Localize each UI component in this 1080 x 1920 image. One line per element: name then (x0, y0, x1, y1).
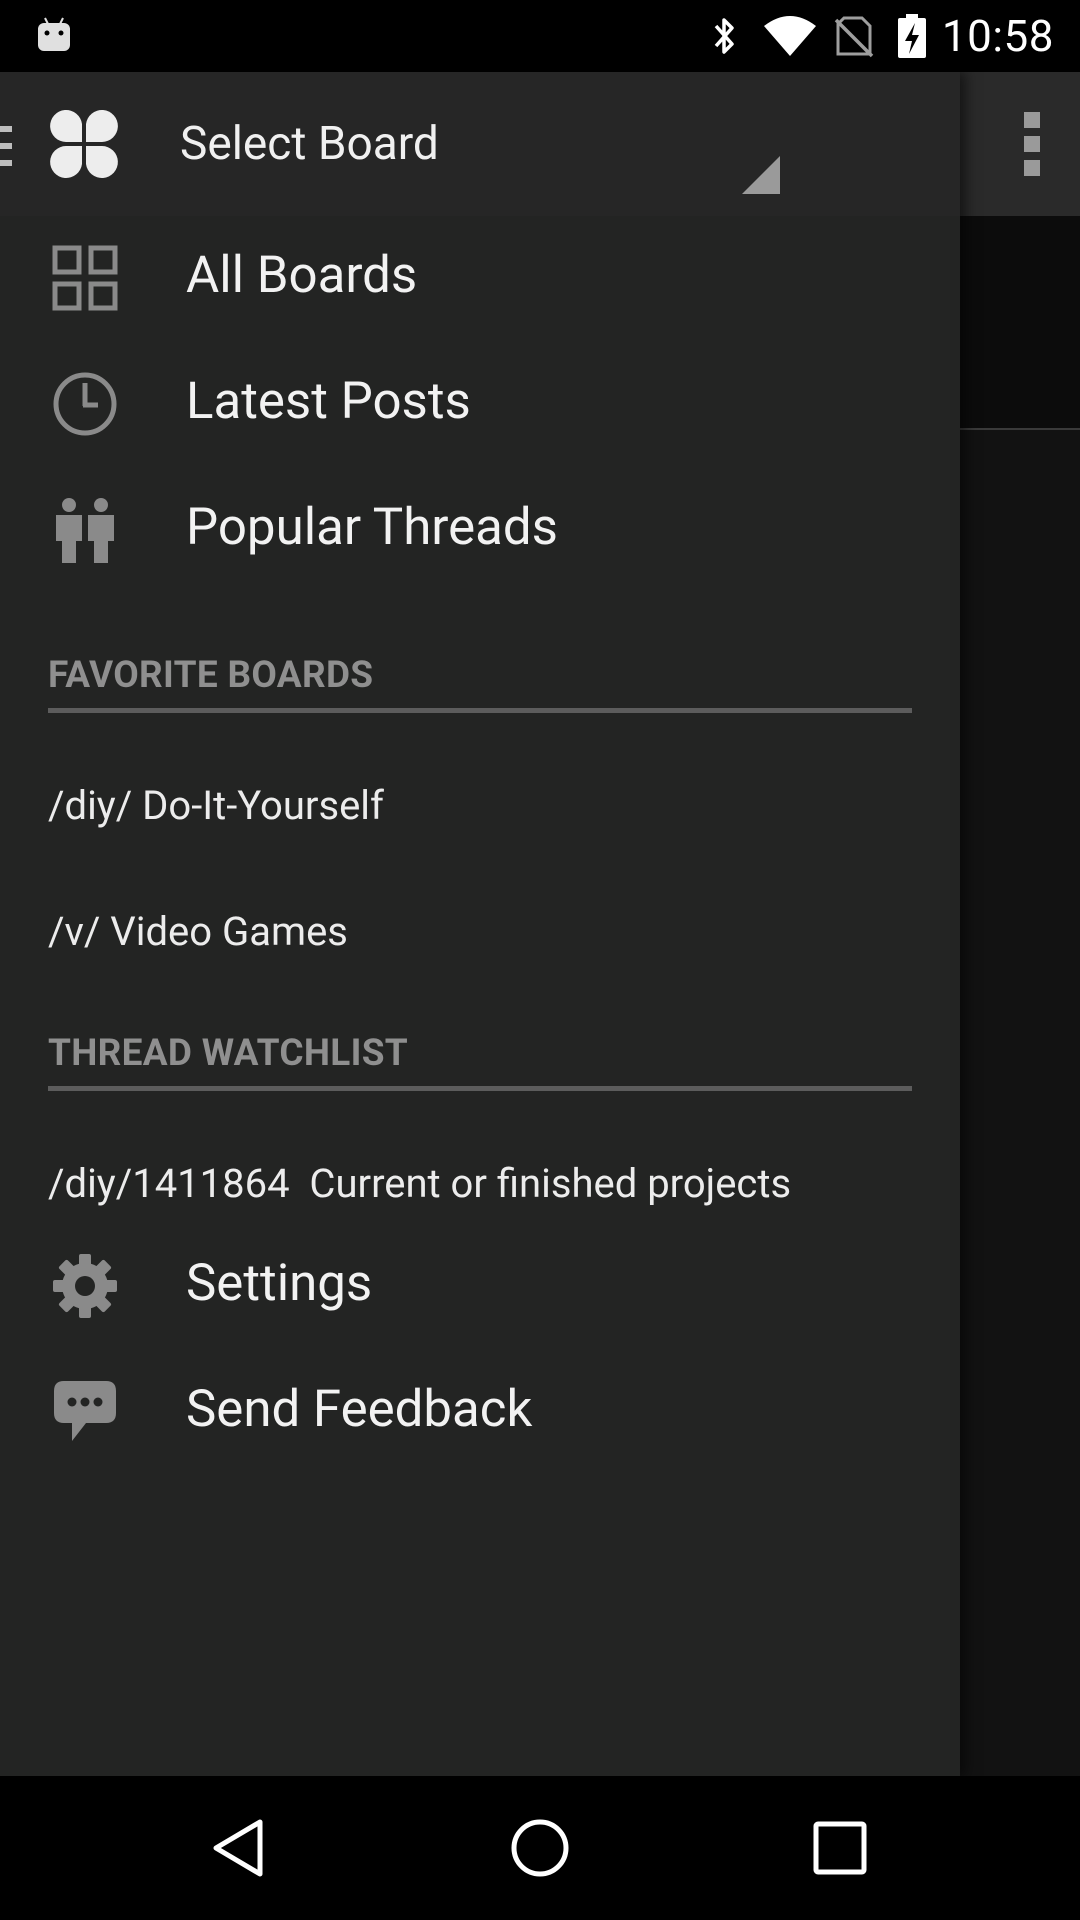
nav-item-latest-posts[interactable]: Latest Posts (0, 340, 960, 466)
no-sim-icon (834, 16, 874, 58)
dropdown-arrow-icon (742, 156, 780, 194)
nav-item-label: Send Feedback (186, 1380, 533, 1439)
favorite-boards-header: FAVORITE BOARDS (48, 648, 912, 713)
navigation-drawer: Select Board All Boards Latest Posts Pop… (0, 72, 960, 1776)
bluetooth-icon (714, 18, 734, 54)
back-icon[interactable] (208, 1816, 272, 1880)
nav-item-label: Settings (186, 1254, 373, 1313)
nav-item-label: Latest Posts (186, 372, 471, 431)
favorite-board-item[interactable]: /v/ Video Games (48, 880, 912, 980)
chat-bubble-icon (54, 1381, 116, 1441)
hamburger-icon[interactable] (0, 126, 12, 166)
drawer-header: Select Board (0, 72, 960, 216)
nav-item-label: Popular Threads (186, 498, 558, 557)
system-navigation-bar (0, 1776, 1080, 1920)
android-notification-icon (38, 17, 70, 51)
watchlist-item[interactable]: /diy/1411864 Current or finished project… (48, 1132, 912, 1232)
clock-icon (53, 372, 117, 436)
grid-icon (52, 245, 118, 311)
status-time: 10:58 (941, 10, 1054, 62)
watchlist-item-label: /diy/1411864 Current or finished project… (48, 1160, 792, 1207)
section-title: FAVORITE BOARDS (48, 654, 374, 697)
nav-item-popular-threads[interactable]: Popular Threads (0, 466, 960, 592)
nav-item-send-feedback[interactable]: Send Feedback (0, 1348, 960, 1474)
favorite-board-item[interactable]: /diy/ Do-It-Yourself (48, 754, 912, 854)
wifi-icon (764, 16, 816, 56)
nav-item-all-boards[interactable]: All Boards (0, 214, 960, 340)
battery-charging-icon (898, 14, 926, 58)
favorite-board-label: /diy/ Do-It-Yourself (48, 782, 384, 829)
screen: 10:58 Select Board All Boards Latest Pos… (0, 0, 1080, 1920)
recents-icon[interactable] (808, 1816, 872, 1880)
status-bar: 10:58 (0, 0, 1080, 72)
nav-item-label: All Boards (186, 246, 418, 305)
thread-watchlist-header: THREAD WATCHLIST (48, 1026, 912, 1091)
clover-logo-icon (50, 110, 118, 178)
gear-icon (53, 1254, 117, 1318)
people-icon (56, 498, 114, 563)
home-icon[interactable] (508, 1816, 572, 1880)
board-select-dropdown[interactable]: Select Board (180, 112, 780, 194)
nav-item-settings[interactable]: Settings (0, 1222, 960, 1348)
overflow-menu-icon[interactable] (1020, 112, 1044, 176)
section-title: THREAD WATCHLIST (48, 1032, 409, 1075)
board-select-label: Select Board (180, 117, 439, 171)
favorite-board-label: /v/ Video Games (48, 908, 348, 955)
